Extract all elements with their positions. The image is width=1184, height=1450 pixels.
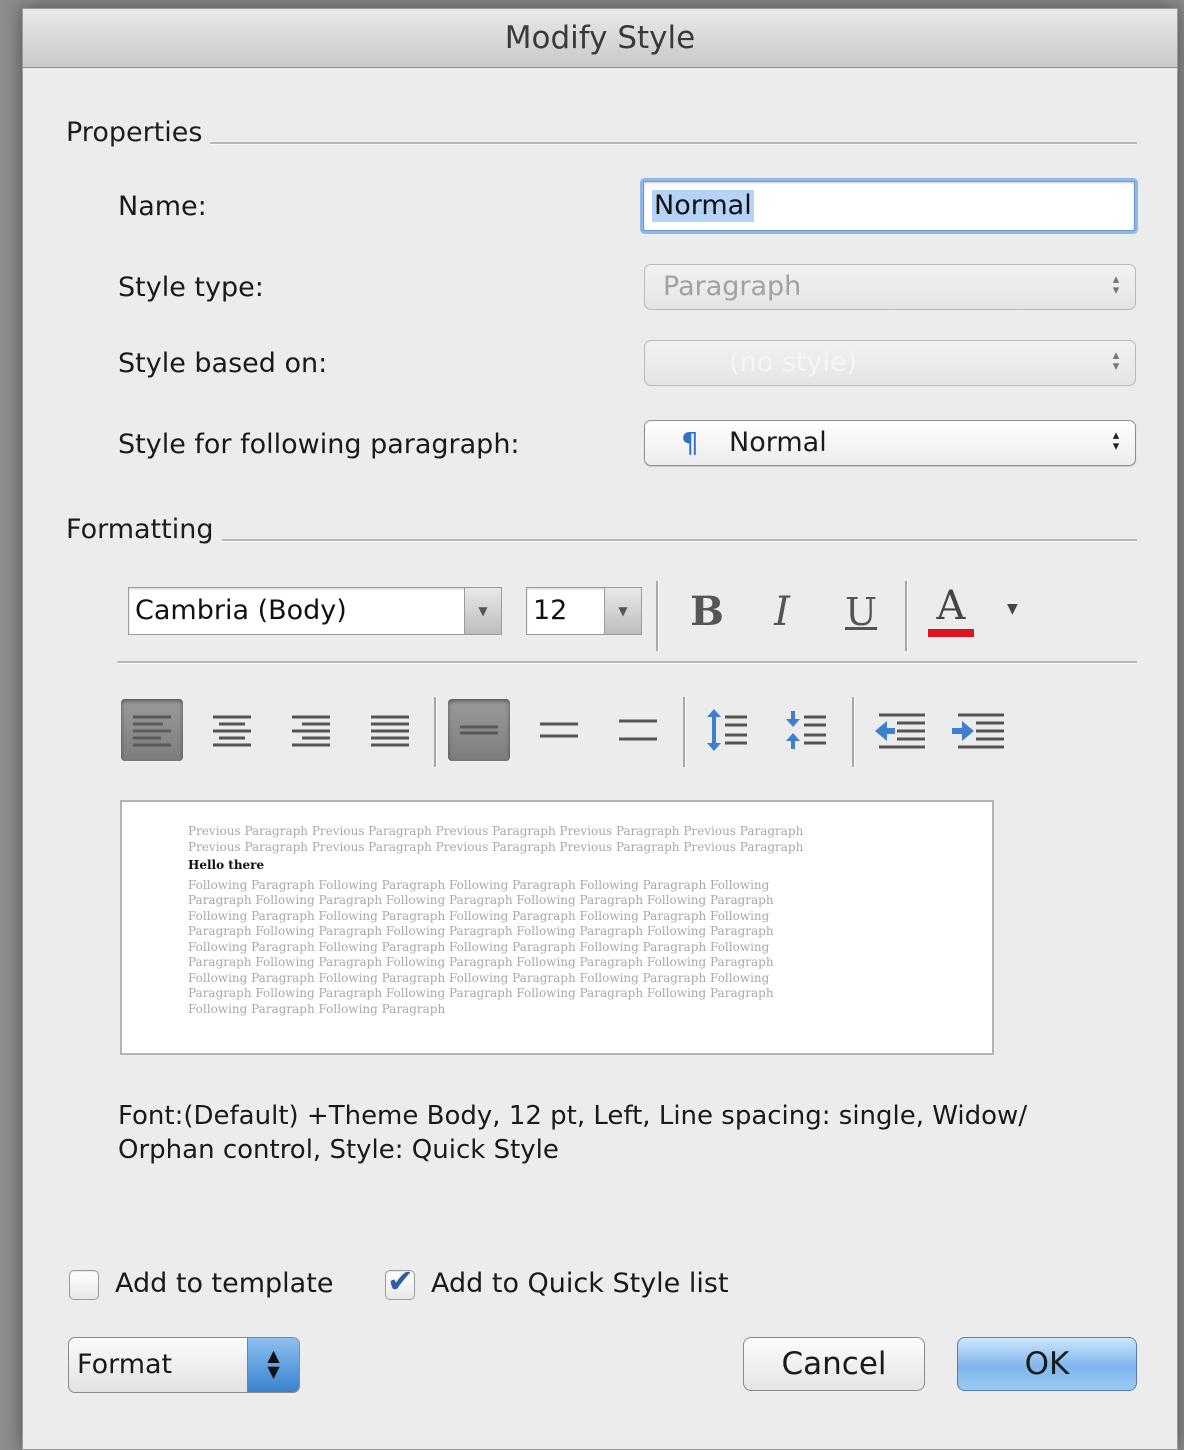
toolbar-separator	[656, 581, 659, 651]
toolbar-separator	[434, 697, 437, 767]
align-left-button[interactable]	[121, 699, 183, 761]
preview-following-line: Following Paragraph Following Paragraph …	[188, 877, 770, 892]
name-field-value: Normal	[652, 190, 754, 222]
font-color-dropdown-icon[interactable]: ▼	[1007, 601, 1018, 617]
align-right-icon	[292, 715, 330, 747]
style-based-on-value: (no style)	[729, 347, 858, 378]
one-half-spacing-button[interactable]	[528, 699, 590, 761]
decrease-spacing-icon	[786, 711, 826, 749]
style-type-popup[interactable]: Paragraph ▴ ▾	[644, 264, 1136, 310]
format-button-label: Format	[77, 1349, 173, 1380]
style-type-label: Style type:	[118, 272, 264, 303]
preview-following-line: Following Paragraph Following Paragraph …	[188, 908, 770, 923]
updown-arrows-icon: ▲ ▼	[247, 1338, 299, 1392]
format-popup-button[interactable]: Format ▲ ▼	[68, 1337, 300, 1393]
align-center-icon	[213, 715, 251, 747]
properties-group-label: Properties	[66, 117, 211, 148]
font-color-swatch	[928, 629, 974, 637]
following-paragraph-label: Style for following paragraph:	[118, 429, 520, 460]
decrease-indent-icon	[875, 713, 925, 749]
font-color-letter: A	[936, 583, 966, 629]
increase-paragraph-spacing-button[interactable]	[697, 699, 759, 761]
toolbar-divider	[117, 661, 1137, 664]
align-left-icon	[133, 715, 171, 747]
single-spacing-button[interactable]	[448, 699, 510, 761]
name-field[interactable]: Normal	[643, 181, 1135, 231]
decrease-paragraph-spacing-button[interactable]	[776, 699, 838, 761]
name-label: Name:	[118, 191, 207, 222]
style-based-on-popup[interactable]: (no style) ▴ ▾	[644, 340, 1136, 386]
updown-arrows-icon: ▴ ▾	[1112, 272, 1120, 298]
style-based-on-label: Style based on:	[118, 348, 328, 379]
preview-following-line: Paragraph Following Paragraph Following …	[188, 986, 774, 1000]
style-description: Font:(Default) +Theme Body, 12 pt, Left,…	[118, 1101, 1028, 1165]
justify-icon	[371, 715, 409, 747]
toolbar-separator	[683, 697, 686, 767]
cancel-button[interactable]: Cancel	[743, 1337, 925, 1391]
italic-button[interactable]: I	[758, 587, 806, 637]
font-name-combo[interactable]: Cambria (Body) ▼	[128, 587, 502, 635]
checkmark-icon: ✔	[387, 1262, 414, 1300]
double-spacing-icon	[619, 719, 657, 741]
increase-indent-icon	[952, 713, 1004, 749]
preview-following-line: Following Paragraph Following Paragraph …	[188, 970, 770, 985]
properties-divider	[67, 142, 1137, 145]
add-to-template-checkbox[interactable]	[69, 1270, 99, 1300]
dropdown-arrow-icon[interactable]: ▼	[604, 588, 641, 634]
following-paragraph-value: Normal	[729, 427, 827, 458]
font-color-button[interactable]: A	[923, 583, 979, 643]
preview-sample-text: Hello there	[188, 858, 265, 872]
toolbar-separator	[905, 581, 908, 651]
align-center-button[interactable]	[201, 699, 263, 761]
one-half-spacing-icon	[540, 722, 578, 738]
formatting-group-label: Formatting	[66, 514, 222, 545]
style-preview: Previous Paragraph Previous Paragraph Pr…	[120, 800, 994, 1055]
preview-following-line: Paragraph Following Paragraph Following …	[188, 924, 774, 938]
updown-arrows-icon: ▴ ▾	[1112, 428, 1120, 454]
add-to-template-label: Add to template	[115, 1268, 334, 1299]
modify-style-dialog: Modify Style Properties Name: Normal Sty…	[22, 8, 1178, 1450]
preview-previous-line: Previous Paragraph Previous Paragraph Pr…	[188, 839, 804, 854]
font-size-value: 12	[533, 595, 568, 626]
increase-spacing-icon	[707, 709, 747, 751]
window-title: Modify Style	[23, 9, 1177, 68]
preview-previous-line: Previous Paragraph Previous Paragraph Pr…	[188, 824, 804, 838]
pilcrow-icon: ¶	[681, 426, 699, 459]
font-size-combo[interactable]: 12 ▼	[526, 587, 642, 635]
ok-button[interactable]: OK	[957, 1337, 1137, 1391]
dropdown-arrow-icon[interactable]: ▼	[464, 588, 501, 634]
decrease-indent-button[interactable]	[869, 699, 931, 761]
quick-style-label: Add to Quick Style list	[431, 1268, 729, 1299]
formatting-divider	[67, 539, 1137, 542]
bold-button[interactable]: B	[683, 587, 731, 637]
preview-following-line: Paragraph Following Paragraph Following …	[188, 955, 774, 969]
preview-following-line: Following Paragraph Following Paragraph …	[188, 939, 770, 954]
preview-following-line: Paragraph Following Paragraph Following …	[188, 893, 774, 907]
underline-button[interactable]: U	[837, 587, 885, 637]
double-spacing-button[interactable]	[607, 699, 669, 761]
quick-style-checkbox[interactable]: ✔	[385, 1262, 415, 1300]
single-spacing-icon	[460, 725, 498, 735]
justify-button[interactable]	[359, 699, 421, 761]
font-name-value: Cambria (Body)	[135, 595, 347, 626]
toolbar-separator	[852, 697, 855, 767]
preview-text: Previous Paragraph Previous Paragraph Pr…	[188, 824, 848, 1017]
align-right-button[interactable]	[280, 699, 342, 761]
preview-following-line: Following Paragraph Following Paragraph	[188, 1001, 446, 1016]
increase-indent-button[interactable]	[948, 699, 1010, 761]
following-paragraph-popup[interactable]: ¶ Normal ▴ ▾	[644, 420, 1136, 466]
style-type-value: Paragraph	[663, 271, 802, 302]
updown-arrows-icon: ▴ ▾	[1112, 348, 1120, 374]
